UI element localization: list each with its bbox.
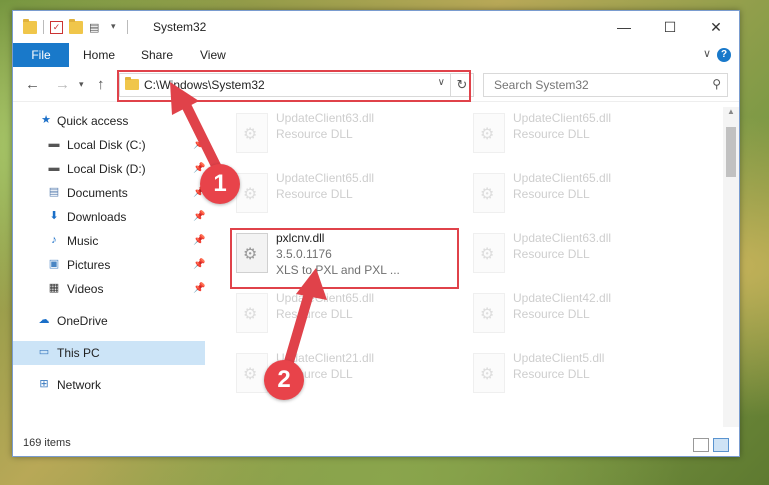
arrow-2-head xyxy=(296,268,327,300)
step-badge-2: 2 xyxy=(264,360,304,400)
arrow-2-shaft xyxy=(281,285,315,377)
step-badge-1: 1 xyxy=(200,164,240,204)
annotation-arrows xyxy=(170,82,327,377)
